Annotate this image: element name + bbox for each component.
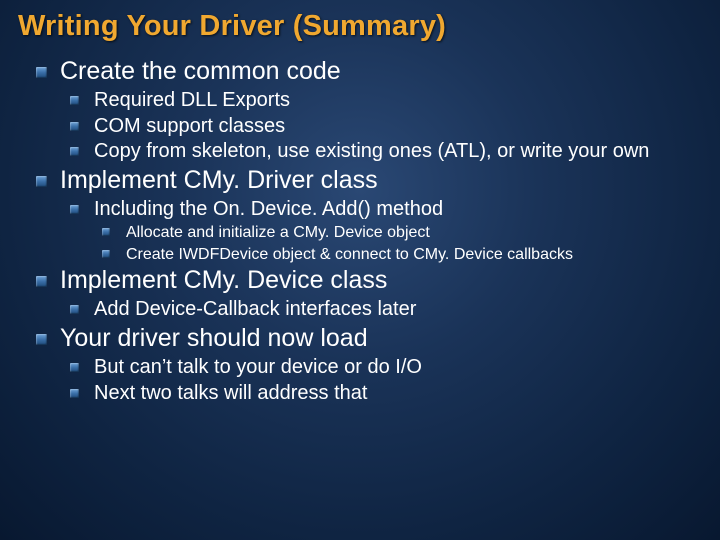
slide-title: Writing Your Driver (Summary): [18, 10, 702, 43]
list-item-text: Required DLL Exports: [94, 89, 290, 111]
list-item-text: Implement CMy. Driver class: [60, 166, 378, 194]
list-item-text: Add Device-Callback interfaces later: [94, 298, 416, 320]
list-item: Next two talks will address that: [70, 382, 702, 406]
list-item: Implement CMy. Device class: [36, 266, 702, 295]
list-item-text: But can’t talk to your device or do I/O: [94, 356, 422, 378]
slide-body: Create the common code Required DLL Expo…: [18, 57, 702, 405]
list-item-text: Your driver should now load: [60, 324, 368, 352]
list-item: COM support classes: [70, 115, 702, 139]
list-item: Create the common code: [36, 57, 702, 86]
list-item: Implement CMy. Driver class: [36, 166, 702, 195]
list-item-text: Copy from skeleton, use existing ones (A…: [94, 140, 649, 162]
list-item: Allocate and initialize a CMy. Device ob…: [102, 223, 702, 243]
list-item-text: Implement CMy. Device class: [60, 266, 387, 294]
list-item: Create IWDFDevice object & connect to CM…: [102, 245, 702, 265]
list-item: Required DLL Exports: [70, 89, 702, 113]
list-item-text: Including the On. Device. Add() method: [94, 198, 443, 220]
list-item-text: Next two talks will address that: [94, 382, 367, 404]
list-item-text: COM support classes: [94, 115, 285, 137]
list-item: Add Device-Callback interfaces later: [70, 298, 702, 322]
list-item: Including the On. Device. Add() method: [70, 198, 702, 222]
list-item-text: Create the common code: [60, 57, 341, 85]
list-item: Your driver should now load: [36, 324, 702, 353]
list-item-text: Allocate and initialize a CMy. Device ob…: [126, 224, 430, 241]
list-item: But can’t talk to your device or do I/O: [70, 356, 702, 380]
list-item-text: Create IWDFDevice object & connect to CM…: [126, 246, 573, 263]
list-item: Copy from skeleton, use existing ones (A…: [70, 140, 702, 164]
